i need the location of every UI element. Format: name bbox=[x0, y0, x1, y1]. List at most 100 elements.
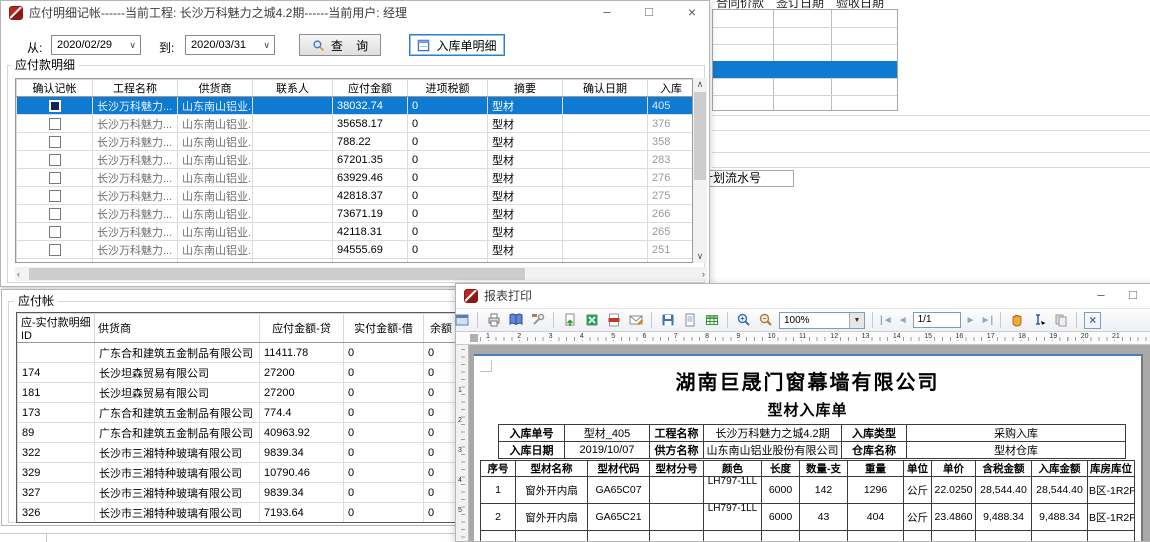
table-cell[interactable]: 405 bbox=[648, 97, 694, 115]
table-cell[interactable]: 2019/10/07 bbox=[565, 442, 650, 459]
table-cell[interactable]: 0 bbox=[408, 241, 488, 259]
payable-detail-row[interactable]: 长沙万科魅力...山东南山铝业...42118.310型材265 bbox=[17, 223, 694, 241]
page-number-input[interactable]: 1/1 bbox=[913, 312, 961, 328]
table-cell[interactable]: 长沙市三湘特种玻璃有限公司 bbox=[95, 523, 260, 524]
table-cell[interactable]: 276 bbox=[648, 169, 694, 187]
table-cell[interactable] bbox=[588, 531, 650, 542]
table-cell[interactable] bbox=[17, 97, 93, 115]
table-cell[interactable]: 43 bbox=[800, 504, 848, 531]
table-cell[interactable]: 89 bbox=[18, 423, 95, 443]
table-cell[interactable] bbox=[17, 187, 93, 205]
payable-account-row[interactable]: 69广东合和建筑五金制品有限公司11411.7800 bbox=[18, 343, 458, 363]
table-cell[interactable]: 长沙万科魅力... bbox=[93, 169, 178, 187]
table-cell[interactable]: 358 bbox=[648, 133, 694, 151]
table-cell[interactable]: 283 bbox=[648, 151, 694, 169]
table-cell[interactable]: 确认记帐 bbox=[17, 80, 93, 97]
table-cell[interactable]: GA65C07 bbox=[588, 477, 650, 504]
table-cell[interactable]: 广东合和建筑五金制品有限公司 bbox=[95, 343, 260, 363]
excel-export-icon[interactable] bbox=[583, 312, 600, 329]
table-cell[interactable]: 0 bbox=[408, 151, 488, 169]
table-cell[interactable]: 长沙万科魅力... bbox=[93, 133, 178, 151]
table-cell[interactable] bbox=[904, 531, 932, 542]
table-cell[interactable]: 376 bbox=[648, 115, 694, 133]
table-cell[interactable]: 0 bbox=[408, 223, 488, 241]
table-cell[interactable]: 6000 bbox=[762, 504, 800, 531]
table-cell[interactable]: 9,488.34 bbox=[976, 504, 1032, 531]
table-cell[interactable] bbox=[253, 205, 333, 223]
first-page-button[interactable]: |◄ bbox=[880, 312, 893, 329]
table-cell[interactable] bbox=[800, 531, 848, 542]
payable-detail-row[interactable]: 长沙万科魅力...山东南山铝业...3895.840型材250 bbox=[17, 259, 694, 264]
table-cell[interactable]: 42818.37 bbox=[333, 187, 408, 205]
table-cell[interactable]: 0 bbox=[424, 383, 458, 403]
table-cell[interactable] bbox=[17, 115, 93, 133]
table-cell[interactable]: 7193.64 bbox=[260, 503, 344, 523]
table-cell[interactable]: 0 bbox=[344, 443, 424, 463]
table-cell[interactable]: 型材 bbox=[488, 133, 563, 151]
table-cell[interactable]: 型材 bbox=[488, 97, 563, 115]
vertical-scrollbar[interactable]: ∧ ∨ bbox=[693, 78, 707, 263]
window-icon[interactable] bbox=[453, 312, 470, 329]
table-cell[interactable] bbox=[563, 259, 648, 264]
table-cell[interactable]: 长度 bbox=[762, 461, 800, 477]
table-cell[interactable]: 入库日期 bbox=[499, 442, 565, 459]
table-cell[interactable]: 摘要 bbox=[488, 80, 563, 97]
table-cell[interactable] bbox=[762, 531, 800, 542]
table-cell[interactable]: 长沙市三湘特种玻璃有限公司 bbox=[95, 483, 260, 503]
payable-detail-row[interactable]: 长沙万科魅力...山东南山铝业...63929.460型材276 bbox=[17, 169, 694, 187]
table-cell[interactable] bbox=[17, 169, 93, 187]
pdf-export-icon[interactable] bbox=[605, 312, 622, 329]
table-cell[interactable] bbox=[563, 169, 648, 187]
table-cell[interactable]: 山东南山铝业... bbox=[178, 259, 253, 264]
query-button[interactable]: 查 询 bbox=[299, 34, 381, 56]
table-cell[interactable]: 型材分号 bbox=[650, 461, 704, 477]
table-cell[interactable]: 0 bbox=[424, 363, 458, 383]
table-cell[interactable] bbox=[17, 151, 93, 169]
table-cell[interactable]: 型材 bbox=[488, 223, 563, 241]
table-cell[interactable]: 序号 bbox=[481, 461, 516, 477]
close-button[interactable]: × bbox=[677, 1, 707, 25]
table-cell[interactable]: 窗外开内扇 bbox=[516, 477, 588, 504]
payable-account-row[interactable]: 89广东合和建筑五金制品有限公司40963.9200 bbox=[18, 423, 458, 443]
scroll-left-icon[interactable]: ‹ bbox=[17, 269, 20, 279]
report-page[interactable]: 湖南巨晟门窗幕墙有限公司 型材入库单 入库单号型材_405工程名称长沙万科魅力之… bbox=[474, 354, 1141, 541]
table-cell[interactable]: 仓库名称 bbox=[842, 442, 907, 459]
table-cell[interactable] bbox=[563, 97, 648, 115]
table-icon[interactable] bbox=[703, 312, 720, 329]
table-cell[interactable]: 长沙市三湘特种玻璃有限公司 bbox=[95, 443, 260, 463]
table-cell[interactable]: 供货商 bbox=[178, 80, 253, 97]
table-cell[interactable]: 型材 bbox=[488, 241, 563, 259]
table-cell[interactable]: 进项税额 bbox=[408, 80, 488, 97]
table-cell[interactable]: 0 bbox=[408, 97, 488, 115]
close-preview-button[interactable]: × bbox=[1084, 312, 1101, 329]
table-cell[interactable]: 应付金额 bbox=[333, 80, 408, 97]
table-cell[interactable]: 山东南山铝业... bbox=[178, 187, 253, 205]
confirm-checkbox[interactable] bbox=[49, 190, 61, 202]
chevron-down-icon[interactable]: ▼ bbox=[849, 313, 864, 328]
table-cell[interactable]: 0 bbox=[344, 463, 424, 483]
payable-detail-row[interactable]: 长沙万科魅力...山东南山铝业...788.220型材358 bbox=[17, 133, 694, 151]
table-cell[interactable] bbox=[563, 205, 648, 223]
tools-icon[interactable] bbox=[529, 312, 546, 329]
table-cell[interactable]: 长沙万科魅力... bbox=[93, 205, 178, 223]
chevron-down-icon[interactable]: ∨ bbox=[263, 36, 270, 54]
table-cell[interactable]: 266 bbox=[648, 205, 694, 223]
payable-account-row[interactable]: 327长沙市三湘特种玻璃有限公司9839.3400 bbox=[18, 483, 458, 503]
payable-detail-row[interactable]: 长沙万科魅力...山东南山铝业...42818.370型材275 bbox=[17, 187, 694, 205]
table-cell[interactable]: 型材 bbox=[488, 151, 563, 169]
table-cell[interactable] bbox=[253, 187, 333, 205]
table-cell[interactable] bbox=[563, 187, 648, 205]
zoom-in-icon[interactable] bbox=[735, 312, 752, 329]
table-cell[interactable] bbox=[253, 133, 333, 151]
table-cell[interactable]: 181 bbox=[18, 383, 95, 403]
table-cell[interactable] bbox=[516, 531, 588, 542]
table-cell[interactable]: 供货商 bbox=[95, 314, 260, 343]
table-cell[interactable]: 型材 bbox=[488, 259, 563, 264]
last-page-button[interactable]: ►| bbox=[981, 312, 994, 329]
table-cell[interactable]: 1 bbox=[481, 477, 516, 504]
table-cell[interactable] bbox=[650, 531, 704, 542]
table-cell[interactable]: 0 bbox=[344, 483, 424, 503]
table-cell[interactable]: 327 bbox=[18, 483, 95, 503]
table-cell[interactable]: 0 bbox=[408, 115, 488, 133]
title-bar[interactable]: 报表打印 – □ × bbox=[456, 284, 1150, 308]
